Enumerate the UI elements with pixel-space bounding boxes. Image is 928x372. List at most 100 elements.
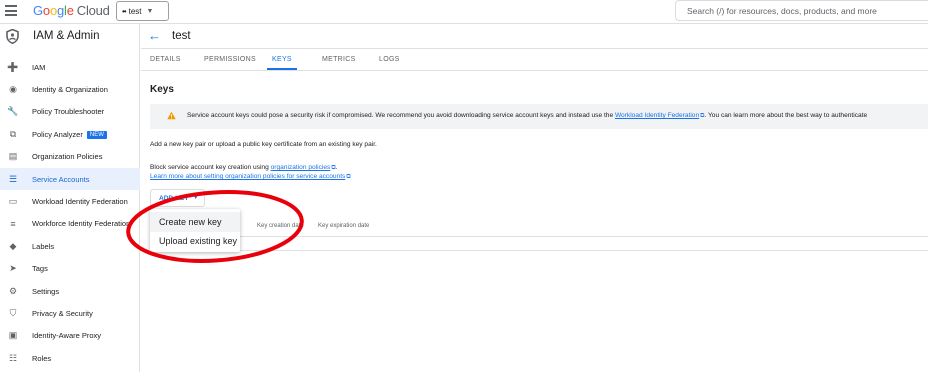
sidebar-title: IAM & Admin bbox=[33, 30, 100, 42]
list-icon: ≡ bbox=[10, 218, 16, 229]
block-creation-text: Block service account key creation using… bbox=[150, 164, 337, 172]
sidebar-item-identity-aware-proxy[interactable]: ▣ Identity-Aware Proxy bbox=[0, 325, 140, 347]
sidebar-item-policy-analyzer[interactable]: ⧉ Policy Analyzer NEW bbox=[0, 123, 140, 145]
sidebar-item-workforce-identity-federation[interactable]: ≡ Workforce Identity Federation bbox=[0, 213, 140, 235]
back-arrow-icon[interactable]: ← bbox=[148, 28, 161, 43]
logo-letter: G bbox=[33, 3, 43, 18]
sidebar-item-text: Policy Analyzer bbox=[32, 129, 83, 139]
logo-cloud-text: Cloud bbox=[76, 3, 110, 18]
shield-icon: ⛉ bbox=[9, 307, 17, 318]
column-header-creation-date[interactable]: Key creation date bbox=[257, 223, 304, 229]
search-input[interactable] bbox=[687, 5, 928, 16]
iam-shield-icon bbox=[6, 29, 19, 44]
sidebar-item-policy-troubleshooter[interactable]: 🔧 Policy Troubleshooter bbox=[0, 101, 140, 123]
sidebar-nav: ➕ IAM ◉ Identity & Organization 🔧 Policy Tr… bbox=[0, 56, 140, 369]
workload-identity-federation-link[interactable]: Workload Identity Federation bbox=[615, 112, 699, 119]
account-circle-icon: ◉ bbox=[9, 84, 17, 95]
wrench-icon: 🔧 bbox=[7, 106, 19, 117]
column-header-expiration-date[interactable]: Key expiration date bbox=[318, 223, 369, 229]
sidebar-item-label: Policy Analyzer NEW bbox=[32, 130, 107, 139]
sidebar-item-label: Workload Identity Federation bbox=[32, 197, 128, 207]
search-bar[interactable] bbox=[675, 0, 928, 21]
policy-doc-icon: ▤ bbox=[8, 151, 18, 162]
keys-table-header: Key creation date Key expiration date bbox=[150, 219, 928, 237]
warning-text-part: Service account keys could pose a securi… bbox=[187, 112, 615, 119]
new-badge: NEW bbox=[86, 130, 107, 139]
sidebar-item-label: Policy Troubleshooter bbox=[32, 107, 105, 117]
project-icon: •• bbox=[122, 6, 127, 16]
sidebar: IAM & Admin ➕ IAM ◉ Identity & Organizatio… bbox=[0, 24, 140, 372]
warning-icon bbox=[167, 111, 176, 120]
proxy-icon: ▣ bbox=[8, 330, 18, 341]
main-content: ← test DETAILS PERMISSIONS KEYS METRICS … bbox=[141, 24, 928, 372]
project-picker[interactable]: •• test ▼ bbox=[116, 1, 169, 21]
sidebar-item-label: Privacy & Security bbox=[32, 308, 93, 318]
sidebar-item-label: Workforce Identity Federation bbox=[32, 219, 131, 229]
keys-section-title: Keys bbox=[150, 84, 174, 95]
tab-logs[interactable]: LOGS bbox=[379, 56, 400, 63]
id-card-icon: ▭ bbox=[8, 196, 18, 207]
tab-bar: DETAILS PERMISSIONS KEYS METRICS LOGS bbox=[141, 50, 928, 71]
roles-icon: ☷ bbox=[8, 352, 18, 363]
block-text-part: Block service account key creation using bbox=[150, 164, 271, 171]
learn-more-line: Learn more about setting organization po… bbox=[150, 173, 351, 181]
warning-text: Service account keys could pose a securi… bbox=[187, 112, 867, 120]
tab-details[interactable]: DETAILS bbox=[150, 56, 181, 63]
security-warning-banner: Service account keys could pose a securi… bbox=[150, 104, 928, 129]
add-key-button[interactable]: ADD KEY ▼ bbox=[150, 189, 205, 207]
sidebar-item-roles[interactable]: ☷ Roles bbox=[0, 347, 140, 369]
upload-existing-key-option[interactable]: Upload existing key bbox=[150, 231, 240, 251]
label-icon: ◆ bbox=[9, 240, 17, 251]
warning-text-part: . You can learn more about the best way … bbox=[704, 112, 868, 119]
project-name: test bbox=[128, 6, 142, 16]
create-new-key-option[interactable]: Create new key bbox=[150, 212, 240, 232]
analyzer-icon: ⧉ bbox=[9, 128, 17, 139]
tab-permissions[interactable]: PERMISSIONS bbox=[204, 56, 256, 63]
sidebar-item-label: Roles bbox=[32, 353, 52, 363]
service-account-icon: ☰ bbox=[8, 173, 18, 184]
person-add-icon: ➕ bbox=[7, 61, 19, 72]
active-tab-indicator bbox=[267, 68, 297, 70]
logo-letter: o bbox=[42, 3, 50, 18]
sidebar-item-label: Tags bbox=[32, 264, 48, 274]
sidebar-item-settings[interactable]: ⚙ Settings bbox=[0, 280, 140, 302]
sidebar-item-label: Identity & Organization bbox=[32, 85, 108, 95]
sidebar-item-service-accounts[interactable]: ☰ Service Accounts bbox=[0, 167, 140, 191]
sidebar-item-label: Service Accounts bbox=[32, 174, 90, 184]
page-title: test bbox=[172, 30, 191, 42]
logo-letter: e bbox=[66, 3, 74, 18]
add-key-label: ADD KEY bbox=[159, 194, 189, 202]
sidebar-item-label: Settings bbox=[32, 286, 60, 296]
tab-keys[interactable]: KEYS bbox=[272, 56, 292, 63]
sidebar-item-labels[interactable]: ◆ Labels bbox=[0, 235, 140, 257]
hamburger-menu-icon[interactable] bbox=[5, 5, 17, 16]
gear-icon: ⚙ bbox=[8, 285, 18, 296]
dropdown-arrow-icon: ▼ bbox=[192, 195, 199, 201]
logo-letter: g bbox=[56, 3, 65, 18]
sidebar-item-identity-organization[interactable]: ◉ Identity & Organization bbox=[0, 78, 140, 100]
organization-policies-link[interactable]: organization policies bbox=[271, 164, 331, 171]
block-text-part: . bbox=[335, 164, 338, 171]
external-link-icon: ⧉ bbox=[346, 174, 351, 180]
page-header: ← test bbox=[141, 24, 928, 49]
dropdown-arrow-icon: ▼ bbox=[146, 7, 154, 15]
sidebar-item-label: Identity-Aware Proxy bbox=[32, 331, 102, 341]
sidebar-header: IAM & Admin bbox=[0, 24, 140, 49]
intro-text: Add a new key pair or upload a public ke… bbox=[150, 141, 377, 148]
sidebar-item-label: Organization Policies bbox=[32, 152, 103, 162]
top-bar: Google Cloud •• test ▼ bbox=[0, 0, 928, 24]
tab-metrics[interactable]: METRICS bbox=[322, 56, 356, 63]
sidebar-item-tags[interactable]: ➤ Tags bbox=[0, 258, 140, 280]
google-cloud-logo[interactable]: Google Cloud bbox=[33, 3, 110, 18]
sidebar-item-iam[interactable]: ➕ IAM bbox=[0, 56, 140, 78]
learn-more-link[interactable]: Learn more about setting organization po… bbox=[150, 173, 345, 180]
sidebar-item-label: Labels bbox=[32, 241, 55, 251]
sidebar-item-label: IAM bbox=[32, 62, 46, 72]
add-key-menu: Create new key Upload existing key bbox=[150, 209, 240, 252]
table-divider bbox=[150, 250, 928, 251]
sidebar-item-privacy-security[interactable]: ⛉ Privacy & Security bbox=[0, 302, 140, 324]
sidebar-item-organization-policies[interactable]: ▤ Organization Policies bbox=[0, 146, 140, 168]
logo-letter: o bbox=[49, 3, 57, 18]
tag-icon: ➤ bbox=[9, 263, 17, 274]
sidebar-item-workload-identity-federation[interactable]: ▭ Workload Identity Federation bbox=[0, 190, 140, 212]
